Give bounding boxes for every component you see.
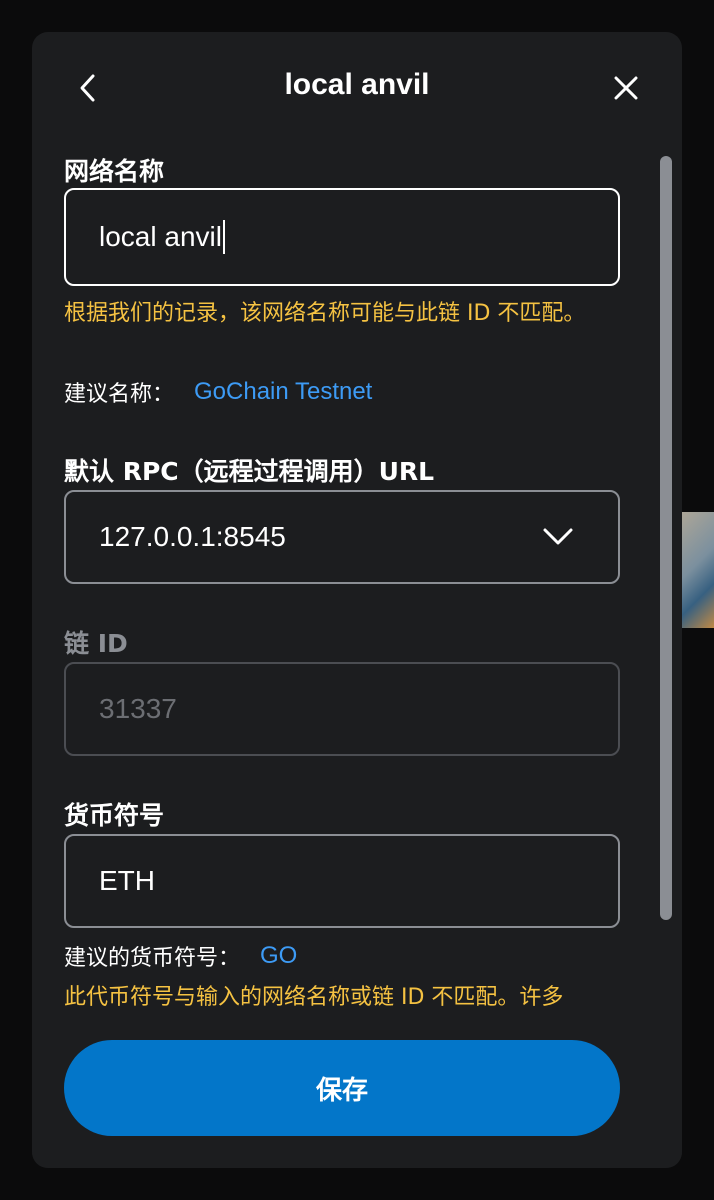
network-name-input[interactable]: local anvil bbox=[64, 188, 620, 286]
suggested-symbol-hint: 建议的货币符号： GO bbox=[64, 940, 297, 972]
close-icon[interactable] bbox=[604, 66, 648, 110]
scrollbar[interactable] bbox=[660, 156, 672, 920]
scrollbar-thumb[interactable] bbox=[660, 156, 672, 920]
network-name-value: local anvil bbox=[99, 221, 222, 252]
text-caret bbox=[222, 220, 225, 254]
rpc-url-select[interactable]: 127.0.0.1:8545 bbox=[64, 490, 620, 584]
currency-symbol-warning: 此代币符号与输入的网络名称或链 ID 不匹配。许多 bbox=[64, 985, 564, 1010]
background-image bbox=[682, 512, 714, 628]
suggested-name-label: 建议名称： bbox=[64, 382, 175, 407]
chain-id-input: 31337 bbox=[64, 662, 620, 756]
edit-network-modal: local anvil 网络名称 local anvil 根据我们的记录，该网络… bbox=[32, 32, 682, 1168]
save-button[interactable]: 保存 bbox=[64, 1040, 620, 1136]
rpc-url-label: 默认 RPC（远程过程调用）URL bbox=[64, 457, 435, 486]
chain-id-label: 链 ID bbox=[64, 629, 128, 658]
suggested-symbol-link[interactable]: GO bbox=[260, 942, 297, 970]
suggested-name-link[interactable]: GoChain Testnet bbox=[194, 378, 372, 406]
network-name-warning: 根据我们的记录，该网络名称可能与此链 ID 不匹配。 bbox=[64, 301, 586, 326]
suggested-name-hint: 建议名称： GoChain Testnet bbox=[64, 376, 372, 408]
chevron-down-icon[interactable] bbox=[542, 522, 574, 554]
chain-id-value: 31337 bbox=[99, 693, 177, 724]
modal-title: local anvil bbox=[284, 68, 430, 101]
chevron-left-icon[interactable] bbox=[66, 66, 110, 110]
form-scroll-area[interactable]: 网络名称 local anvil 根据我们的记录，该网络名称可能与此链 ID 不… bbox=[32, 144, 682, 1024]
currency-symbol-label: 货币符号 bbox=[64, 801, 165, 830]
currency-symbol-input[interactable]: ETH bbox=[64, 834, 620, 928]
network-name-label: 网络名称 bbox=[64, 157, 165, 186]
rpc-url-value: 127.0.0.1:8545 bbox=[99, 521, 286, 552]
modal-header: local anvil bbox=[32, 32, 682, 144]
modal-footer: 保存 bbox=[32, 1024, 682, 1168]
suggested-symbol-label: 建议的货币符号： bbox=[64, 946, 241, 971]
currency-symbol-value: ETH bbox=[99, 865, 155, 896]
